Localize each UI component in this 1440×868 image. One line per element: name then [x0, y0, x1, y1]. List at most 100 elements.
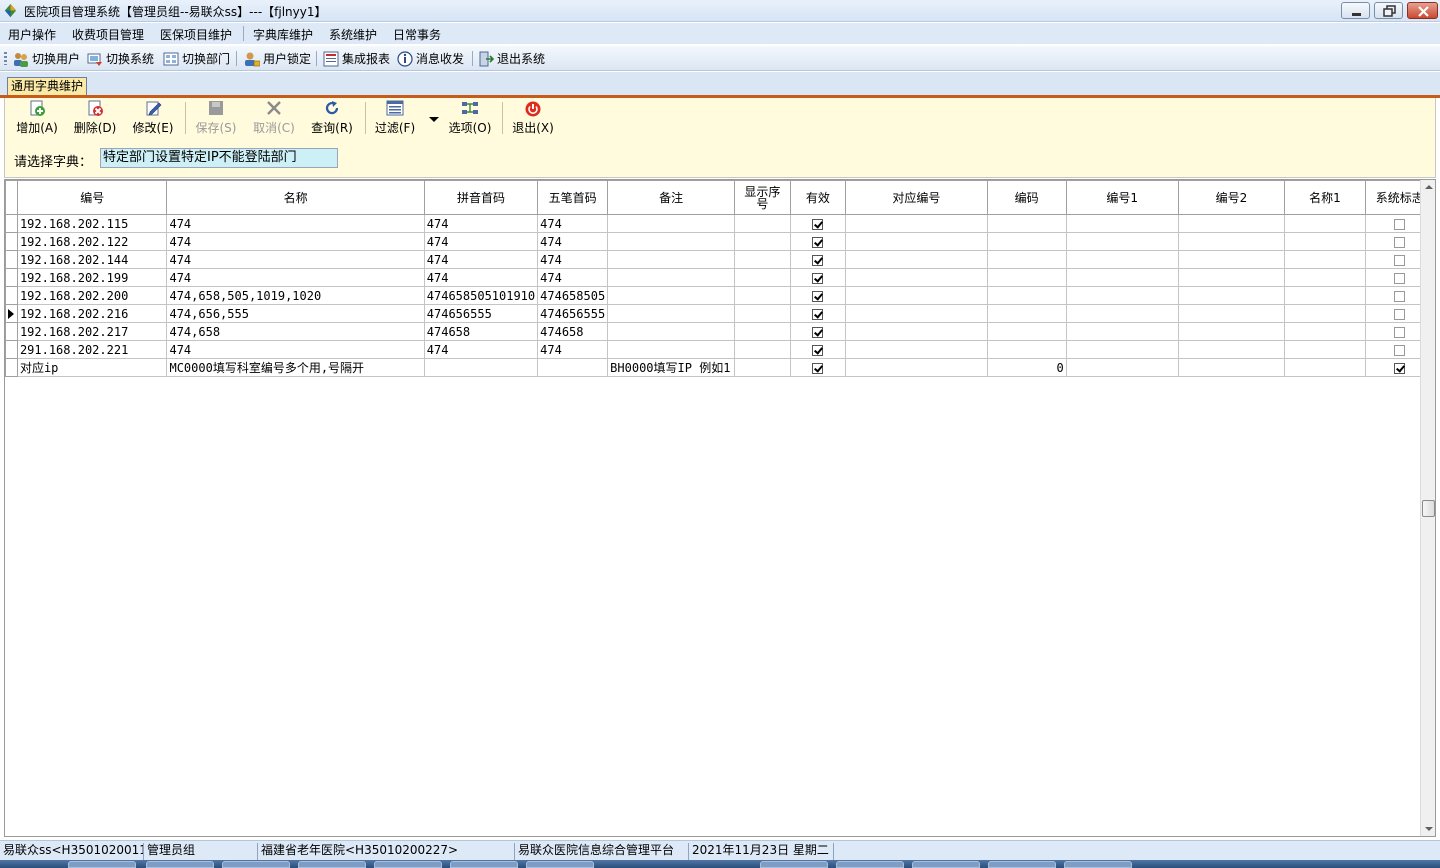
system-flag-checkbox[interactable]	[1394, 254, 1406, 266]
cell-wubi[interactable]: 474	[537, 214, 609, 233]
cell-order[interactable]	[734, 340, 791, 359]
valid-checkbox[interactable]	[812, 362, 824, 374]
cell-ref[interactable]	[845, 340, 988, 359]
cell-id[interactable]: 192.168.202.216	[16, 304, 168, 323]
taskbar-item[interactable]	[146, 861, 214, 868]
row-indicator[interactable]	[5, 304, 18, 323]
close-button[interactable]	[1407, 2, 1438, 19]
cell-ref[interactable]	[845, 250, 988, 269]
cell-note[interactable]: BH0000填写IP 例如1	[607, 358, 736, 377]
cell-ref[interactable]	[845, 322, 988, 341]
table-row[interactable]: 192.168.202.199 474 474 474	[5, 268, 1435, 287]
toolbar-grip[interactable]	[4, 52, 7, 65]
cell-wubi[interactable]: 474	[537, 250, 609, 269]
cell-wubi[interactable]: 474	[537, 268, 609, 287]
valid-checkbox[interactable]	[812, 236, 824, 248]
cell-code[interactable]: 0	[986, 358, 1067, 377]
cell-id2[interactable]	[1177, 340, 1286, 359]
valid-checkbox[interactable]	[812, 254, 824, 266]
filter-button[interactable]: 过滤(F)	[371, 100, 419, 136]
valid-checkbox[interactable]	[812, 272, 824, 284]
valid-cell[interactable]	[789, 250, 847, 269]
scroll-down-icon[interactable]	[1425, 827, 1433, 831]
restore-button[interactable]	[1374, 2, 1403, 19]
taskbar-item[interactable]	[760, 861, 828, 868]
taskbar-item[interactable]	[836, 861, 904, 868]
cell-wubi[interactable]: 474	[537, 232, 609, 251]
cell-id2[interactable]	[1177, 358, 1286, 377]
cell-pinyin[interactable]: 474	[423, 214, 539, 233]
row-indicator[interactable]	[5, 268, 18, 287]
cell-name1[interactable]	[1284, 358, 1366, 377]
cell-id[interactable]: 192.168.202.122	[16, 232, 168, 251]
cell-order[interactable]	[734, 322, 791, 341]
cell-wubi[interactable]: 474658	[537, 322, 609, 341]
menu-user-ops[interactable]: 用户操作	[8, 26, 56, 43]
cell-name[interactable]: 474,658	[166, 322, 425, 341]
minimize-button[interactable]	[1341, 2, 1370, 19]
cell-id1[interactable]	[1065, 268, 1179, 287]
cell-id2[interactable]	[1177, 214, 1286, 233]
cell-name1[interactable]	[1284, 340, 1366, 359]
cell-wubi[interactable]	[537, 358, 609, 377]
cell-name1[interactable]	[1284, 250, 1366, 269]
taskbar-item[interactable]	[222, 861, 290, 868]
valid-cell[interactable]	[789, 286, 847, 305]
system-flag-checkbox[interactable]	[1394, 344, 1406, 356]
cell-note[interactable]	[607, 268, 736, 287]
cell-ref[interactable]	[845, 268, 988, 287]
menu-system[interactable]: 系统维护	[329, 26, 377, 43]
scroll-up-icon[interactable]	[1425, 185, 1433, 189]
cell-id1[interactable]	[1065, 232, 1179, 251]
cell-order[interactable]	[734, 214, 791, 233]
scrollbar-thumb[interactable]	[1422, 500, 1435, 517]
system-flag-checkbox[interactable]	[1394, 362, 1406, 374]
cell-pinyin[interactable]: 474658	[423, 322, 539, 341]
taskbar-item[interactable]	[374, 861, 442, 868]
cell-pinyin[interactable]: 474656555	[423, 304, 539, 323]
system-flag-checkbox[interactable]	[1394, 290, 1406, 302]
cell-wubi[interactable]: 474658505	[537, 286, 609, 305]
tab-general-dictionary[interactable]: 通用字典维护	[7, 77, 88, 96]
cell-pinyin[interactable]: 474	[423, 340, 539, 359]
menu-insurance-items[interactable]: 医保项目维护	[160, 26, 232, 43]
cancel-button[interactable]: 取消(C)	[250, 100, 298, 136]
lock-user-button[interactable]: 用户锁定	[244, 50, 311, 67]
cell-code[interactable]	[986, 322, 1067, 341]
column-header[interactable]: 编码	[986, 180, 1067, 215]
taskbar-item[interactable]	[912, 861, 980, 868]
cell-order[interactable]	[734, 286, 791, 305]
cell-pinyin[interactable]: 474	[423, 268, 539, 287]
cell-id[interactable]: 192.168.202.200	[16, 286, 168, 305]
cell-code[interactable]	[986, 286, 1067, 305]
valid-checkbox[interactable]	[812, 344, 824, 356]
cell-order[interactable]	[734, 250, 791, 269]
cell-id2[interactable]	[1177, 268, 1286, 287]
row-indicator[interactable]	[5, 214, 18, 233]
cell-name1[interactable]	[1284, 232, 1366, 251]
edit-button[interactable]: 修改(E)	[129, 100, 177, 136]
query-button[interactable]: 查询(R)	[308, 100, 356, 136]
cell-pinyin[interactable]: 474658505101910	[423, 286, 539, 305]
cell-code[interactable]	[986, 232, 1067, 251]
cell-name1[interactable]	[1284, 304, 1366, 323]
cell-ref[interactable]	[845, 214, 988, 233]
valid-cell[interactable]	[789, 268, 847, 287]
row-indicator[interactable]	[5, 340, 18, 359]
cell-name[interactable]: 474	[166, 268, 425, 287]
column-header[interactable]: 编号2	[1177, 180, 1286, 215]
column-header[interactable]: 编号	[16, 180, 168, 215]
cell-id[interactable]: 192.168.202.144	[16, 250, 168, 269]
row-indicator[interactable]	[5, 232, 18, 251]
cell-id[interactable]: 192.168.202.115	[16, 214, 168, 233]
switch-department-button[interactable]: 切换部门	[163, 50, 230, 67]
cell-name1[interactable]	[1284, 322, 1366, 341]
cell-pinyin[interactable]: 474	[423, 250, 539, 269]
column-header[interactable]: 拼音首码	[423, 180, 539, 215]
cell-code[interactable]	[986, 340, 1067, 359]
cell-order[interactable]	[734, 304, 791, 323]
valid-cell[interactable]	[789, 214, 847, 233]
cell-name[interactable]: 474,656,555	[166, 304, 425, 323]
table-row[interactable]: 192.168.202.122 474 474 474	[5, 232, 1435, 251]
cell-id1[interactable]	[1065, 304, 1179, 323]
